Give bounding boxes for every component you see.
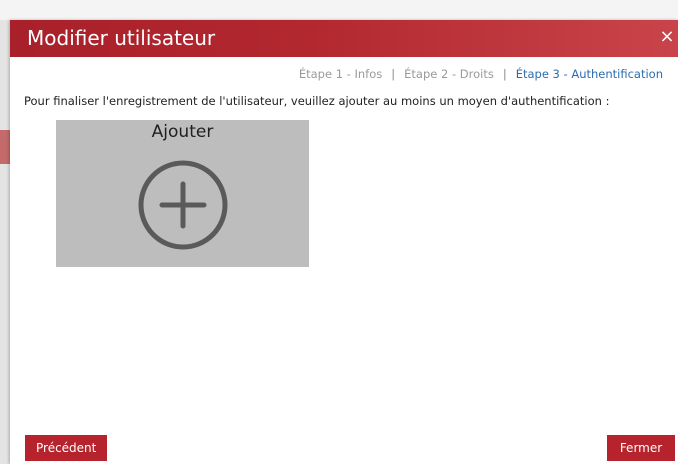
close-button[interactable]: Fermer [607,435,675,461]
instruction-text: Pour finaliser l'enregistrement de l'uti… [24,94,610,108]
step-infos[interactable]: Étape 1 - Infos [299,67,382,81]
step-droits[interactable]: Étape 2 - Droits [404,67,494,81]
dialog-title: Modifier utilisateur [27,26,216,50]
step-separator: | [391,67,396,81]
plus-circle-icon [138,160,228,250]
edit-user-dialog: Modifier utilisateur × Étape 1 - Infos | É… [10,20,678,464]
add-auth-method-tile[interactable]: Ajouter [56,120,309,267]
add-label: Ajouter [151,122,214,142]
step-separator: | [502,67,507,81]
background-accent [0,130,10,164]
step-authentification[interactable]: Étape 3 - Authentification [516,67,663,81]
previous-button[interactable]: Précédent [25,435,108,461]
step-breadcrumb: Étape 1 - Infos | Étape 2 - Droits | Étape 3… [299,67,663,81]
close-icon[interactable]: × [658,27,676,47]
dialog-header: Modifier utilisateur × [10,20,678,57]
background-panel-edge [0,20,10,464]
